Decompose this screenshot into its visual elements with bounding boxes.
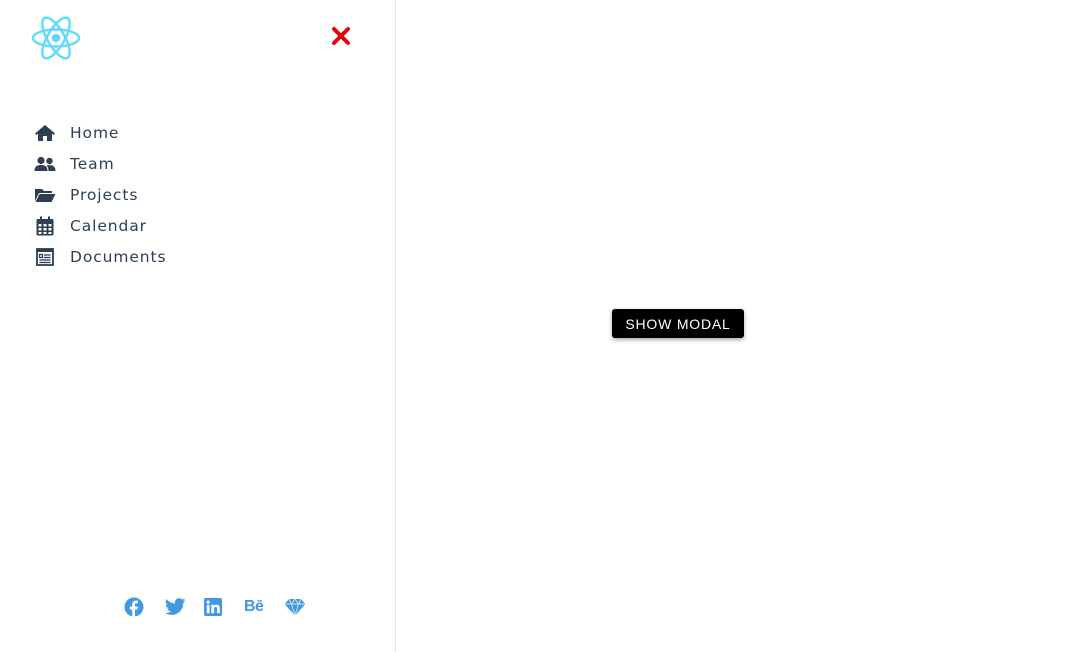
sidebar-item-label: Home bbox=[70, 123, 120, 142]
sketch-icon bbox=[284, 598, 306, 616]
sidebar-item-label: Projects bbox=[70, 185, 139, 204]
main-content: SHOW MODAL bbox=[397, 0, 1065, 652]
sidebar-item-label: Documents bbox=[70, 247, 167, 266]
linkedin-link[interactable] bbox=[204, 596, 244, 618]
sidebar-item-label: Calendar bbox=[70, 216, 147, 235]
twitter-link[interactable] bbox=[164, 596, 204, 618]
behance-icon: Bē bbox=[244, 598, 264, 615]
calendar-icon bbox=[34, 215, 56, 237]
react-logo[interactable] bbox=[31, 15, 81, 61]
facebook-link[interactable] bbox=[124, 596, 164, 618]
home-icon bbox=[34, 122, 56, 144]
linkedin-icon bbox=[204, 598, 222, 616]
show-modal-button[interactable]: SHOW MODAL bbox=[612, 309, 744, 338]
sketch-link[interactable] bbox=[284, 596, 324, 618]
twitter-icon bbox=[165, 598, 186, 615]
sidebar-item-team[interactable]: Team bbox=[34, 148, 166, 179]
sidebar-item-calendar[interactable]: Calendar bbox=[34, 210, 166, 241]
x-icon bbox=[332, 27, 350, 45]
folder-open-icon bbox=[34, 184, 56, 206]
behance-link[interactable]: Bē bbox=[244, 596, 284, 618]
close-sidebar-button[interactable] bbox=[329, 24, 353, 48]
document-icon bbox=[34, 246, 56, 268]
sidebar-item-documents[interactable]: Documents bbox=[34, 241, 166, 272]
sidebar-nav: Home Team Projects Calendar Documents bbox=[34, 117, 166, 272]
social-links: Bē bbox=[124, 596, 324, 618]
users-icon bbox=[34, 153, 56, 175]
sidebar-item-projects[interactable]: Projects bbox=[34, 179, 166, 210]
sidebar: Home Team Projects Calendar Documents Bē bbox=[0, 0, 396, 652]
sidebar-item-home[interactable]: Home bbox=[34, 117, 166, 148]
sidebar-item-label: Team bbox=[70, 154, 115, 173]
facebook-icon bbox=[124, 597, 144, 617]
